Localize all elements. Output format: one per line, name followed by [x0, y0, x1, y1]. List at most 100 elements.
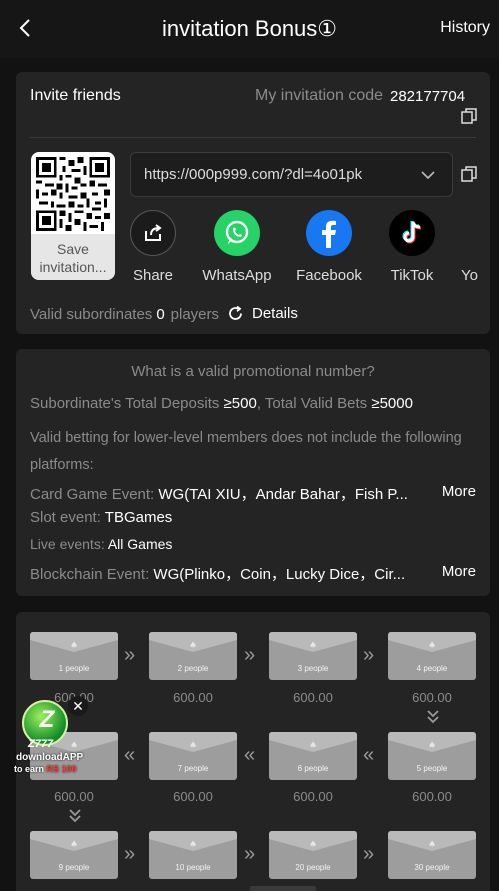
reward-envelope[interactable]: ♠ 7 people [149, 732, 237, 780]
blockchain-label: Blockchain Event: [30, 566, 150, 583]
reward-people-label: 5 people [416, 764, 448, 773]
reward-amount: 600.00 [412, 690, 452, 705]
blockchain-value: WG(Plinko，Coin，Lucky Dice，Cir... [153, 566, 406, 583]
arrow-right-icon: » [244, 843, 256, 865]
reward-envelope[interactable]: ♠ 9 people [30, 831, 118, 879]
facebook-icon [306, 210, 352, 256]
svg-text:♠: ♠ [309, 641, 317, 651]
reward-envelope[interactable]: ♠ 1 people [30, 632, 118, 680]
promo-earn-prefix: to earn [14, 764, 45, 774]
youtube-label: Yo [461, 267, 478, 284]
invite-card: Invite friends My invitation code 282177… [16, 72, 490, 334]
details-label: Details [252, 305, 298, 322]
reward-amount: 600.00 [173, 789, 213, 804]
slot-value: TBGames [104, 509, 173, 526]
reward-people-label: 3 people [297, 664, 329, 673]
invite-link-select[interactable]: https://000p999.com/?dl=4o01pk [130, 152, 453, 197]
valid-subordinates-label: Valid subordinates [30, 306, 153, 323]
bets-value: ≥5000 [371, 395, 413, 412]
reward-people-label: 30 people [414, 863, 450, 872]
share-label: Share [132, 267, 174, 284]
details-button[interactable]: Details [227, 305, 298, 322]
envelope-flap: ♠ [149, 632, 237, 652]
reward-envelope[interactable]: ♠ 3 people [269, 632, 357, 680]
envelope-flap: ♠ [388, 732, 476, 752]
reward-people-label: 6 people [297, 764, 329, 773]
copy-code-icon[interactable] [461, 108, 477, 124]
envelope-flap: ♠ [149, 732, 237, 752]
card-game-row: Card Game Event: WG(TAI XIU，Andar Bahar，… [30, 483, 408, 504]
promo-earn-text: to earn RS 100 [14, 764, 77, 774]
close-icon[interactable]: ✕ [68, 696, 88, 716]
divider [30, 137, 476, 138]
refresh-icon [229, 305, 242, 320]
reward-envelope[interactable]: ♠ 5 people [388, 732, 476, 780]
svg-text:♠: ♠ [309, 741, 317, 751]
facebook-share-button[interactable]: Facebook [293, 210, 365, 284]
promo-earn-amount: RS 100 [46, 764, 77, 774]
copy-link-icon[interactable] [461, 166, 477, 182]
blockchain-more-link[interactable]: More [442, 563, 476, 580]
card-game-more-link[interactable]: More [442, 483, 476, 500]
exclusion-note-line2: platforms: [30, 457, 94, 473]
reward-amount: 600.00 [173, 690, 213, 705]
envelope-flap: ♠ [149, 831, 237, 851]
svg-text:♠: ♠ [189, 741, 197, 751]
qr-code-image [36, 157, 110, 231]
arrow-left-icon: « [124, 744, 136, 766]
reward-people-label: 20 people [295, 863, 331, 872]
reward-envelope[interactable]: ♠ 4 people [388, 632, 476, 680]
envelope-flap: ♠ [388, 632, 476, 652]
svg-text:♠: ♠ [189, 641, 197, 651]
reward-amount: 600.00 [293, 690, 333, 705]
slot-row: Slot event: TBGames [30, 509, 172, 526]
arrow-right-icon: » [124, 843, 136, 865]
history-link[interactable]: History [440, 19, 490, 37]
arrow-down-icon [427, 710, 439, 724]
youtube-share-button[interactable]: Yo [446, 210, 490, 284]
invite-link-text: https://000p999.com/?dl=4o01pk [144, 166, 363, 183]
share-button[interactable]: Share [117, 210, 189, 284]
arrow-left-icon: « [244, 744, 256, 766]
tiktok-share-button[interactable]: TikTok [376, 210, 448, 284]
svg-text:♠: ♠ [70, 641, 78, 651]
invite-title: Invite friends [30, 87, 121, 104]
header-bar: invitation Bonus① History [0, 0, 499, 58]
reward-envelope[interactable]: ♠ 20 people [269, 831, 357, 879]
reward-amount: 600.00 [293, 789, 333, 804]
arrow-right-icon: » [363, 644, 375, 666]
youtube-icon [446, 210, 490, 256]
reward-envelope[interactable]: ♠ 6 people [269, 732, 357, 780]
whatsapp-label: WhatsApp [202, 267, 272, 284]
bets-label: Total Valid Bets [264, 395, 368, 412]
invitation-code-label: My invitation code [255, 87, 384, 104]
reward-envelope[interactable]: ♠ 30 people [388, 831, 476, 879]
reward-envelope[interactable]: ♠ 10 people [149, 831, 237, 879]
download-app-promo[interactable]: Z Z777 ✕ downloadAPP to earn RS 100 [14, 694, 96, 778]
tiktok-icon [389, 210, 435, 256]
reward-people-label: 4 people [416, 664, 448, 673]
live-label: Live events: [30, 536, 105, 552]
reward-envelope[interactable]: ♠ 2 people [149, 632, 237, 680]
svg-text:♠: ♠ [189, 840, 197, 850]
whatsapp-share-button[interactable]: WhatsApp [201, 210, 273, 284]
page-title: invitation Bonus① [161, 16, 338, 41]
valid-subordinates-row: Valid subordinates 0 players [30, 306, 219, 323]
qr-code-card[interactable]: Save invitation... [31, 152, 115, 280]
svg-text:♠: ♠ [309, 840, 317, 850]
slot-label: Slot event: [30, 509, 101, 526]
envelope-flap: ♠ [269, 732, 357, 752]
live-row: Live events: All Games [30, 536, 172, 552]
svg-text:♠: ♠ [428, 641, 436, 651]
deposits-value: ≥500 [223, 395, 257, 412]
save-invitation-label: Save invitation... [31, 234, 115, 280]
reward-people-label: 7 people [177, 764, 209, 773]
envelope-flap: ♠ [30, 632, 118, 652]
card-game-value: WG(TAI XIU，Andar Bahar，Fish P... [158, 486, 408, 503]
chevron-down-icon [421, 171, 435, 180]
reward-amount: 600.00 [412, 789, 452, 804]
invitation-code-value: 282177704 [390, 88, 466, 105]
tiktok-label: TikTok [390, 267, 434, 284]
live-value: All Games [107, 536, 173, 552]
card-game-label: Card Game Event: [30, 486, 155, 503]
